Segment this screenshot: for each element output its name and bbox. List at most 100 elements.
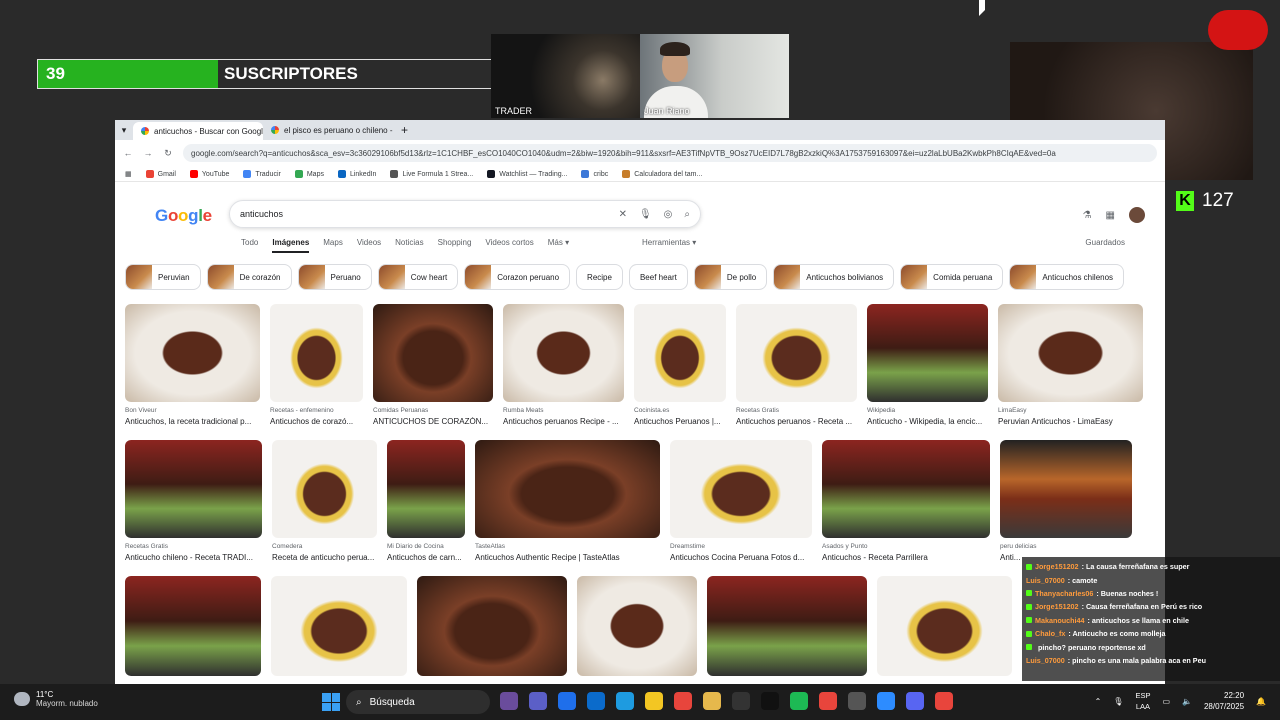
- result-title[interactable]: Anticucho chileno - Receta TRADI...: [125, 553, 262, 562]
- search-input[interactable]: anticuchos: [240, 209, 607, 219]
- chip-de-pollo[interactable]: De pollo: [693, 264, 768, 290]
- image-result[interactable]: Mi Diario de Cocina Anticuchos de carn...: [387, 440, 465, 562]
- avatar[interactable]: [1129, 207, 1145, 223]
- tab-shopping[interactable]: Shopping: [438, 238, 472, 253]
- network-icon[interactable]: ▭: [1162, 697, 1170, 706]
- forward-icon[interactable]: →: [143, 148, 153, 158]
- image-result[interactable]: Dreamstime Anticuchos Cocina Peruana Foto…: [670, 440, 812, 562]
- result-image[interactable]: [387, 440, 465, 538]
- discord-icon[interactable]: [906, 692, 924, 710]
- tab-videos-cortos[interactable]: Videos cortos: [485, 238, 533, 253]
- result-image[interactable]: [503, 304, 624, 402]
- result-image[interactable]: [417, 576, 567, 676]
- chip-beef-heart[interactable]: Beef heart: [628, 264, 688, 290]
- image-result[interactable]: Recetas Gratis Anticucho chileno - Receta…: [125, 440, 262, 562]
- bookmark-tradingview[interactable]: Watchlist — Trading...: [487, 169, 567, 178]
- result-title[interactable]: Anticuchos - Receta Parrillera: [822, 553, 990, 562]
- taskview-icon[interactable]: [500, 692, 518, 710]
- bookmark-f1[interactable]: Live Formula 1 Strea...: [390, 169, 473, 178]
- url-field[interactable]: google.com/search?q=anticuchos&sca_esv=3…: [183, 144, 1157, 162]
- result-title[interactable]: Anticuchos, la receta tradicional p...: [125, 417, 260, 426]
- result-title[interactable]: Anticuchos peruanos - Receta ...: [736, 417, 857, 426]
- edge-icon[interactable]: [616, 692, 634, 710]
- image-result[interactable]: Wikipedia Anticucho - Wikipedia, la encic…: [867, 304, 988, 426]
- tab-maps[interactable]: Maps: [323, 238, 343, 253]
- image-result[interactable]: Bon Viveur Anticuchos, la receta tradicio…: [125, 304, 260, 426]
- result-image[interactable]: [670, 440, 812, 538]
- image-result[interactable]: Comidas Peruanas ANTICUCHOS DE CORAZÓN...: [373, 304, 493, 426]
- bookmark-maps[interactable]: Maps: [294, 169, 324, 178]
- result-title[interactable]: Anticuchos Authentic Recipe | TasteAtlas: [475, 553, 660, 562]
- outlook-icon[interactable]: [587, 692, 605, 710]
- back-icon[interactable]: ←: [123, 148, 133, 158]
- image-result[interactable]: Cocinista.es Anticuchos Peruanos |...: [634, 304, 726, 426]
- tab-mas[interactable]: Más ▾: [548, 238, 569, 253]
- result-image[interactable]: [373, 304, 493, 402]
- chip-de-corazon[interactable]: De corazón: [206, 264, 292, 290]
- file-explorer-icon[interactable]: [703, 692, 721, 710]
- chip-peruano[interactable]: Peruano: [297, 264, 372, 290]
- volume-icon[interactable]: 🔈: [1182, 697, 1192, 706]
- result-image[interactable]: [822, 440, 990, 538]
- apps-grid-icon[interactable]: ▦: [125, 170, 132, 178]
- tray-overflow-icon[interactable]: ⌃: [1095, 697, 1102, 706]
- chip-peruvian[interactable]: Peruvian: [125, 264, 201, 290]
- taskbar-search[interactable]: ⌕ Búsqueda: [346, 690, 490, 714]
- bookmark-youtube[interactable]: YouTube: [189, 169, 229, 178]
- bookmark-calculadora[interactable]: Calculadora del tam...: [622, 169, 702, 178]
- tradingview-icon[interactable]: [732, 692, 750, 710]
- result-image[interactable]: [271, 576, 407, 676]
- result-image[interactable]: [877, 576, 1012, 676]
- clear-icon[interactable]: ✕: [619, 209, 627, 220]
- search-icon[interactable]: ⌕: [684, 209, 690, 220]
- image-result[interactable]: Recetas Gratis Anticuchos peruanos - Rece…: [736, 304, 857, 426]
- image-result[interactable]: Asados y Punto Anticuchos - Receta Parril…: [822, 440, 990, 562]
- result-title[interactable]: Anticuchos Peruanos |...: [634, 417, 726, 426]
- result-title[interactable]: ANTICUCHOS DE CORAZÓN...: [373, 417, 493, 426]
- language-indicator[interactable]: ESP LAA: [1135, 690, 1150, 712]
- image-result[interactable]: Recetas - enfemenino Anticuchos de corazó…: [270, 304, 363, 426]
- microphone-icon[interactable]: 🎙: [1113, 697, 1123, 706]
- result-image[interactable]: [272, 440, 377, 538]
- chip-bolivianos[interactable]: Anticuchos bolivianos: [773, 264, 895, 290]
- tab-pisco[interactable]: el pisco es peruano o chileno - ✕: [263, 121, 393, 139]
- result-title[interactable]: Anticuchos de corazó...: [270, 417, 363, 426]
- notes-icon[interactable]: [645, 692, 663, 710]
- saved-button[interactable]: Guardados: [1085, 238, 1125, 247]
- chrome-icon[interactable]: [674, 692, 692, 710]
- result-title[interactable]: Anticuchos Cocina Peruana Fotos d...: [670, 553, 812, 562]
- clock[interactable]: 22:20 28/07/2025: [1204, 690, 1244, 712]
- search-box[interactable]: anticuchos ✕ 🎙 ◎ ⌕: [229, 200, 701, 228]
- result-title[interactable]: Anticucho - Wikipedia, la encic...: [867, 417, 988, 426]
- tab-anticuchos[interactable]: anticuchos - Buscar con Google ✕: [133, 122, 263, 140]
- zoom-icon[interactable]: [877, 692, 895, 710]
- result-image[interactable]: [125, 440, 262, 538]
- google-logo[interactable]: Google: [155, 206, 212, 226]
- obs-icon[interactable]: [848, 692, 866, 710]
- result-image[interactable]: [634, 304, 726, 402]
- image-result[interactable]: Comedera Receta de anticucho perua...: [272, 440, 377, 562]
- chrome-profile-icon[interactable]: [935, 692, 953, 710]
- spotify-icon[interactable]: [790, 692, 808, 710]
- result-image[interactable]: [867, 304, 988, 402]
- apps-icon[interactable]: ▦: [1106, 210, 1115, 221]
- tab-search-icon[interactable]: ▾: [115, 125, 133, 136]
- bookmark-linkedin[interactable]: LinkedIn: [337, 169, 376, 178]
- result-image[interactable]: [577, 576, 697, 676]
- tab-noticias[interactable]: Noticias: [395, 238, 423, 253]
- bookmark-gmail[interactable]: Gmail: [145, 169, 176, 178]
- bookmark-cribc[interactable]: cribc: [581, 169, 608, 178]
- notification-bell-icon[interactable]: 🔔: [1256, 697, 1266, 706]
- tab-imagenes[interactable]: Imágenes: [272, 238, 310, 253]
- bookmark-translate[interactable]: Traducir: [243, 169, 281, 178]
- tools-button[interactable]: Herramientas ▾: [642, 238, 696, 247]
- labs-icon[interactable]: ⚗: [1083, 210, 1092, 221]
- teams-icon[interactable]: [529, 692, 547, 710]
- lens-icon[interactable]: ◎: [664, 209, 673, 220]
- reload-icon[interactable]: ↻: [163, 148, 173, 159]
- image-result[interactable]: LimaEasy Peruvian Anticuchos - LimaEasy: [998, 304, 1143, 426]
- result-image[interactable]: [736, 304, 857, 402]
- tab-todo[interactable]: Todo: [241, 238, 258, 253]
- chrome-active-icon[interactable]: [819, 692, 837, 710]
- windows-start-icon[interactable]: [322, 693, 340, 711]
